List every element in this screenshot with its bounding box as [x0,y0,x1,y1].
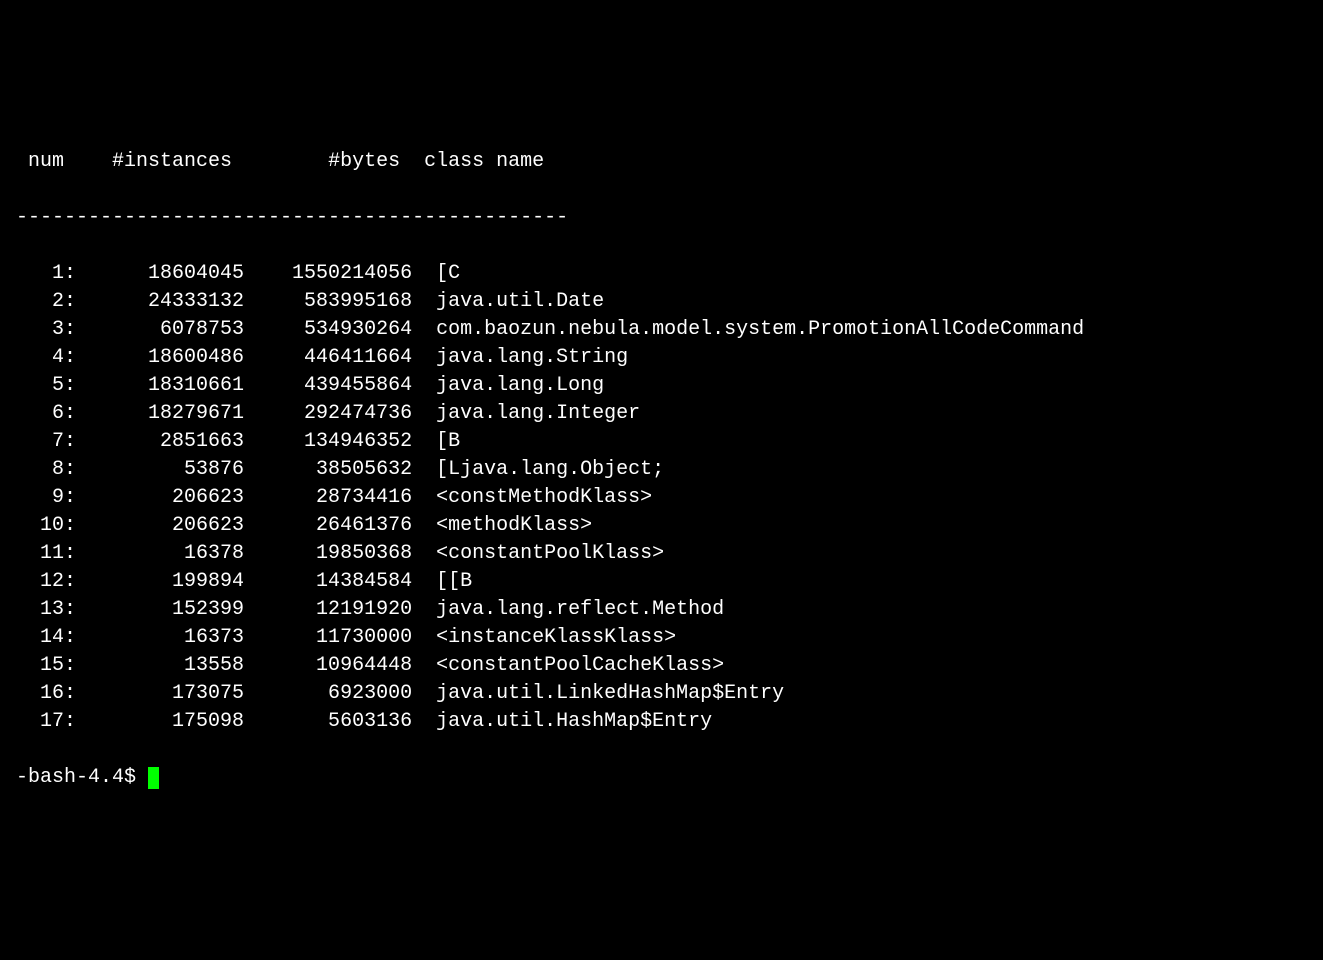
prompt-line[interactable]: -bash-4.4$ [16,764,1307,792]
row-classname: <constantPoolKlass> [412,542,664,565]
row-classname: [[B [412,570,472,593]
header-classname: class name [400,150,544,173]
row-classname: java.lang.Long [412,374,604,397]
table-row: 2: 24333132 583995168 java.util.Date [16,288,1307,316]
cursor-icon [148,767,159,789]
row-num: 8: [16,458,76,481]
row-num: 16: [16,682,76,705]
table-row: 4: 18600486 446411664 java.lang.String [16,344,1307,372]
table-row: 12: 199894 14384584 [[B [16,568,1307,596]
row-num: 9: [16,486,76,509]
row-bytes: 11730000 [244,626,412,649]
row-bytes: 19850368 [244,542,412,565]
row-instances: 53876 [76,458,244,481]
row-num: 2: [16,290,76,313]
row-bytes: 38505632 [244,458,412,481]
row-instances: 16378 [76,542,244,565]
row-classname: [B [412,430,460,453]
row-classname: java.util.Date [412,290,604,313]
row-bytes: 6923000 [244,682,412,705]
row-instances: 13558 [76,654,244,677]
row-classname: <methodKlass> [412,514,592,537]
row-num: 1: [16,262,76,285]
row-num: 11: [16,542,76,565]
table-row: 8: 53876 38505632 [Ljava.lang.Object; [16,456,1307,484]
row-bytes: 1550214056 [244,262,412,285]
table-row: 16: 173075 6923000 java.util.LinkedHashM… [16,680,1307,708]
row-num: 15: [16,654,76,677]
table-row: 1: 18604045 1550214056 [C [16,260,1307,288]
header-num: num [16,150,64,173]
row-instances: 18600486 [76,346,244,369]
table-row: 6: 18279671 292474736 java.lang.Integer [16,400,1307,428]
row-instances: 18310661 [76,374,244,397]
row-num: 10: [16,514,76,537]
row-bytes: 534930264 [244,318,412,341]
row-instances: 24333132 [76,290,244,313]
terminal-output: num #instances #bytes class name -------… [16,120,1307,820]
table-row: 10: 206623 26461376 <methodKlass> [16,512,1307,540]
row-num: 6: [16,402,76,425]
row-classname: com.baozun.nebula.model.system.Promotion… [412,318,1084,341]
table-row: 7: 2851663 134946352 [B [16,428,1307,456]
table-row: 13: 152399 12191920 java.lang.reflect.Me… [16,596,1307,624]
row-classname: java.util.HashMap$Entry [412,710,712,733]
row-bytes: 446411664 [244,346,412,369]
row-bytes: 26461376 [244,514,412,537]
header-row: num #instances #bytes class name [16,148,1307,176]
row-bytes: 14384584 [244,570,412,593]
row-bytes: 10964448 [244,654,412,677]
row-classname: [C [412,262,460,285]
row-classname: java.lang.String [412,346,628,369]
row-classname: <instanceKlassKlass> [412,626,676,649]
header-instances: #instances [64,150,232,173]
table-row: 11: 16378 19850368 <constantPoolKlass> [16,540,1307,568]
row-instances: 2851663 [76,430,244,453]
row-instances: 175098 [76,710,244,733]
row-bytes: 292474736 [244,402,412,425]
row-instances: 173075 [76,682,244,705]
row-bytes: 439455864 [244,374,412,397]
table-row: 5: 18310661 439455864 java.lang.Long [16,372,1307,400]
table-row: 14: 16373 11730000 <instanceKlassKlass> [16,624,1307,652]
row-num: 3: [16,318,76,341]
row-instances: 18604045 [76,262,244,285]
row-bytes: 583995168 [244,290,412,313]
table-row: 3: 6078753 534930264 com.baozun.nebula.m… [16,316,1307,344]
bash-prompt: -bash-4.4$ [16,764,148,792]
row-num: 4: [16,346,76,369]
row-classname: [Ljava.lang.Object; [412,458,664,481]
row-instances: 6078753 [76,318,244,341]
row-num: 12: [16,570,76,593]
row-num: 5: [16,374,76,397]
header-bytes: #bytes [232,150,400,173]
row-num: 7: [16,430,76,453]
table-row: 15: 13558 10964448 <constantPoolCacheKla… [16,652,1307,680]
row-instances: 206623 [76,486,244,509]
row-num: 17: [16,710,76,733]
row-instances: 199894 [76,570,244,593]
row-num: 14: [16,626,76,649]
separator-line: ----------------------------------------… [16,204,1307,232]
row-classname: java.lang.Integer [412,402,640,425]
row-classname: <constantPoolCacheKlass> [412,654,724,677]
row-instances: 206623 [76,514,244,537]
row-bytes: 134946352 [244,430,412,453]
row-bytes: 28734416 [244,486,412,509]
row-classname: <constMethodKlass> [412,486,652,509]
row-classname: java.util.LinkedHashMap$Entry [412,682,784,705]
row-instances: 16373 [76,626,244,649]
row-instances: 18279671 [76,402,244,425]
table-row: 17: 175098 5603136 java.util.HashMap$Ent… [16,708,1307,736]
data-rows: 1: 18604045 1550214056 [C 2: 24333132 58… [16,260,1307,736]
table-row: 9: 206623 28734416 <constMethodKlass> [16,484,1307,512]
row-bytes: 5603136 [244,710,412,733]
